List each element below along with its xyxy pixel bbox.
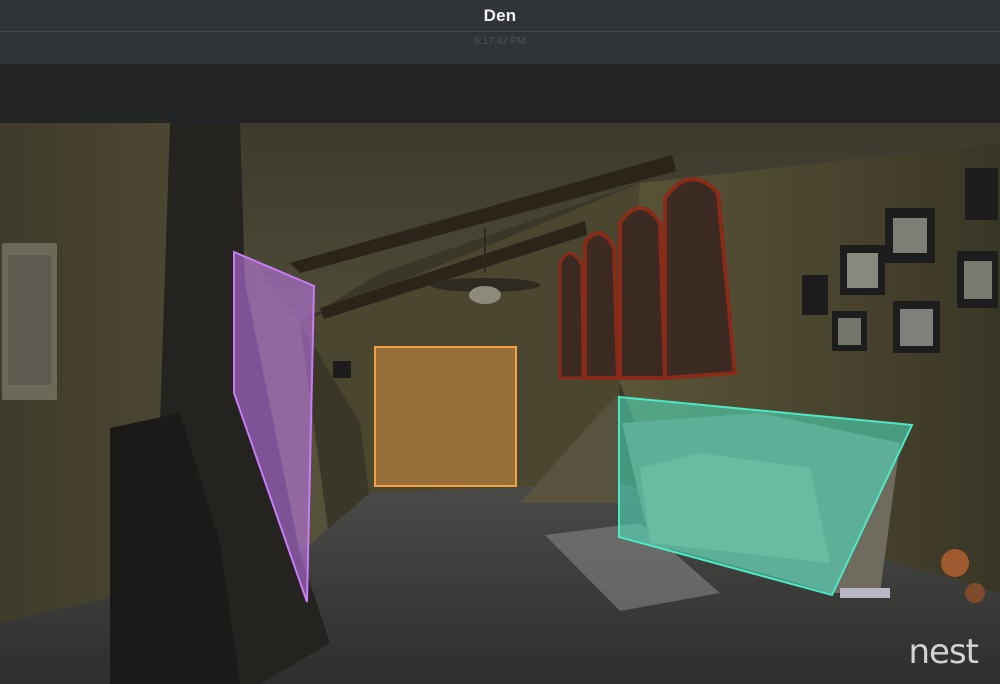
camera-title: Den [483,5,517,25]
nest-logo: nest [908,632,979,672]
timestamp-bar: 6:17:42 PM [0,32,1000,65]
camera-app: Den 6:17:42 PM nest [0,0,1000,684]
wall-panel-inner [8,255,51,385]
timestamp: 6:17:42 PM [474,36,526,47]
camera-image [0,123,1000,684]
camera-feed: nest [0,123,1000,684]
activity-zone-doorway[interactable] [374,346,517,487]
spacer [0,65,1000,123]
title-bar: Den [0,0,1000,32]
